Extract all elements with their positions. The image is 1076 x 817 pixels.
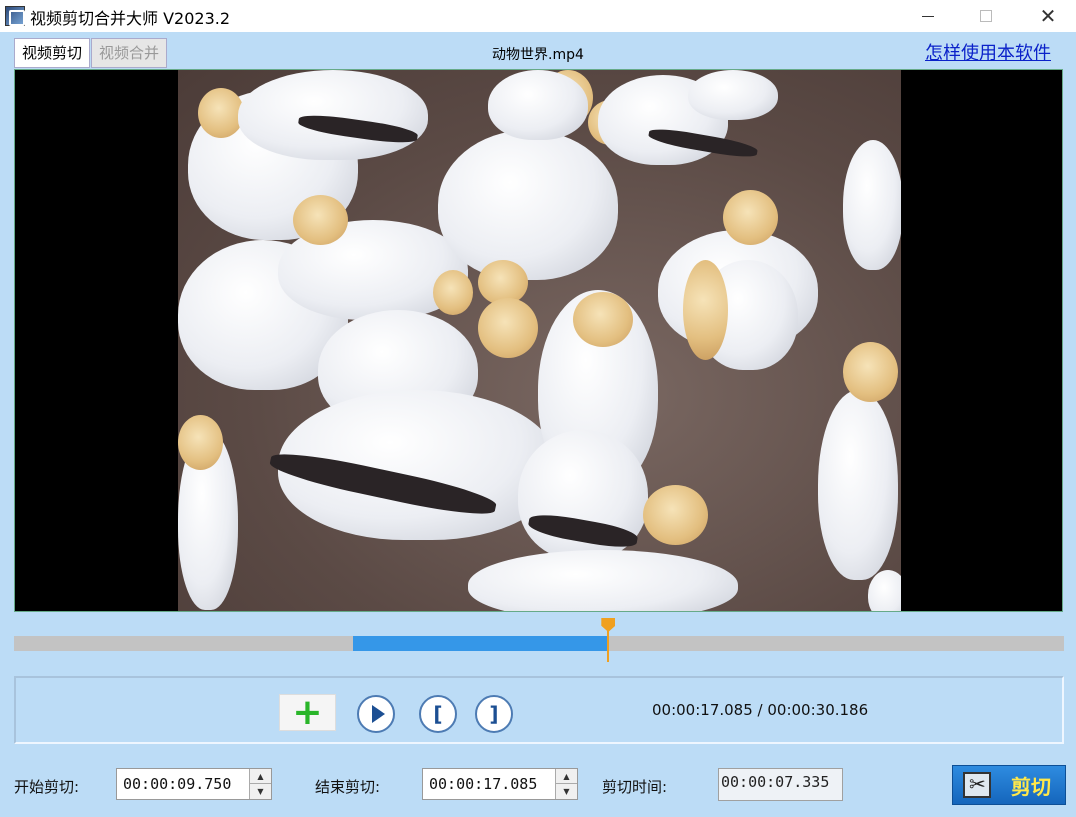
end-cut-value[interactable]: 00:00:17.085 [429,775,537,793]
cut-duration-value: 00:00:07.335 [721,773,830,791]
minimize-icon [922,15,934,17]
scissors-film-icon [959,768,995,802]
start-cut-up-button[interactable]: ▲ [250,769,271,784]
time-display: 00:00:17.085 / 00:00:30.186 [652,701,868,719]
minimize-button[interactable] [900,0,956,32]
cut-duration-field: 00:00:07.335 [718,768,843,801]
play-icon [371,705,385,723]
time-separator: / [752,701,768,719]
start-cut-value[interactable]: 00:00:09.750 [123,775,231,793]
main-window: 视频剪切 视频合并 动物世界.mp4 怎样使用本软件 + [] 00:00:1… [0,32,1076,817]
cut-button-label: 剪切 [1011,774,1051,799]
play-button[interactable] [357,695,395,733]
title-bar: 视频剪切合并大师 V2023.2 ✕ [0,0,1076,32]
mark-out-button[interactable]: ] [475,695,513,733]
end-cut-up-button[interactable]: ▲ [556,769,577,784]
cut-button[interactable]: 剪切 [952,765,1066,805]
timeline-selection [353,636,609,651]
video-preview[interactable] [14,69,1063,612]
video-frame [178,70,901,611]
close-icon: ✕ [1039,4,1057,28]
cut-duration-label: 剪切时间: [602,778,668,796]
app-icon [5,6,25,26]
mark-in-button[interactable]: [ [419,695,457,733]
current-time: 00:00:17.085 [652,701,753,719]
end-cut-down-button[interactable]: ▼ [556,784,577,799]
plus-icon: + [292,691,323,733]
bracket-left-icon: [ [433,702,443,726]
maximize-button[interactable] [958,0,1014,32]
start-cut-down-button[interactable]: ▼ [250,784,271,799]
file-name: 动物世界.mp4 [492,47,584,63]
end-cut-spinner[interactable]: 00:00:17.085 ▲ ▼ [422,768,578,800]
end-cut-label: 结束剪切: [315,778,381,796]
bracket-right-icon: ] [489,702,499,726]
timeline-track[interactable] [14,636,1064,651]
start-cut-spinner[interactable]: 00:00:09.750 ▲ ▼ [116,768,272,800]
playhead-line [607,630,610,662]
help-link[interactable]: 怎样使用本软件 [925,39,1051,65]
add-video-button[interactable]: + [279,694,336,731]
total-time: 00:00:30.186 [767,701,869,719]
close-button[interactable]: ✕ [1020,0,1076,32]
maximize-icon [980,10,992,22]
start-cut-label: 开始剪切: [14,778,80,796]
control-panel [14,676,1064,744]
window-title: 视频剪切合并大师 V2023.2 [30,9,231,28]
